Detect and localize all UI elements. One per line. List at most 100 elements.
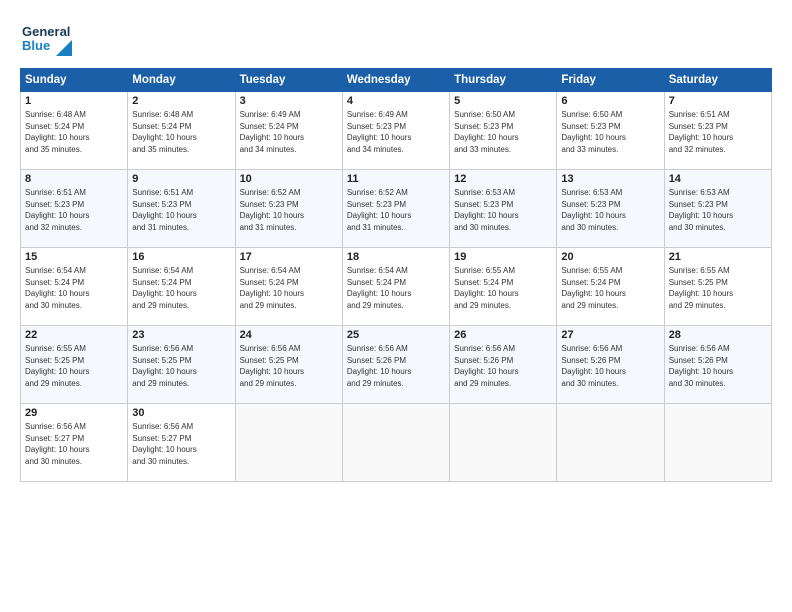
cell-info: Sunrise: 6:51 AM Sunset: 5:23 PM Dayligh… xyxy=(132,187,230,233)
calendar-cell: 23Sunrise: 6:56 AM Sunset: 5:25 PM Dayli… xyxy=(128,326,235,404)
cell-info: Sunrise: 6:52 AM Sunset: 5:23 PM Dayligh… xyxy=(240,187,338,233)
calendar-cell: 5 Sunrise: 6:50 AM Sunset: 5:23 PM Daylig… xyxy=(450,92,557,170)
calendar-cell: 13Sunrise: 6:53 AM Sunset: 5:23 PM Dayli… xyxy=(557,170,664,248)
day-number: 1 xyxy=(25,95,123,107)
cell-info: Sunrise: 6:56 AM Sunset: 5:26 PM Dayligh… xyxy=(561,343,659,389)
calendar-cell: 11 Sunrise: 6:52 AM Sunset: 5:23 PM Dayli… xyxy=(342,170,449,248)
day-number: 18 xyxy=(347,251,445,263)
calendar-cell: 9 Sunrise: 6:51 AM Sunset: 5:23 PM Daylig… xyxy=(128,170,235,248)
calendar-cell: 30Sunrise: 6:56 AM Sunset: 5:27 PM Dayli… xyxy=(128,404,235,482)
day-number: 14 xyxy=(669,173,767,185)
cell-info: Sunrise: 6:56 AM Sunset: 5:25 PM Dayligh… xyxy=(240,343,338,389)
calendar-cell: 25 Sunrise: 6:56 AM Sunset: 5:26 PM Dayli… xyxy=(342,326,449,404)
day-number: 10 xyxy=(240,173,338,185)
day-header-wednesday: Wednesday xyxy=(342,69,449,92)
calendar-cell xyxy=(342,404,449,482)
cell-info: Sunrise: 6:55 AM Sunset: 5:25 PM Dayligh… xyxy=(25,343,123,389)
cell-info: Sunrise: 6:54 AM Sunset: 5:24 PM Dayligh… xyxy=(25,265,123,311)
page: General Blue SundayMondayTuesdayWednesda… xyxy=(0,0,792,612)
calendar-cell: 18 Sunrise: 6:54 AM Sunset: 5:24 PM Dayli… xyxy=(342,248,449,326)
day-number: 28 xyxy=(669,329,767,341)
cell-info: Sunrise: 6:54 AM Sunset: 5:24 PM Dayligh… xyxy=(132,265,230,311)
day-header-friday: Friday xyxy=(557,69,664,92)
svg-text:General: General xyxy=(22,24,70,39)
calendar-cell: 16 Sunrise: 6:54 AM Sunset: 5:24 PM Dayli… xyxy=(128,248,235,326)
cell-info: Sunrise: 6:51 AM Sunset: 5:23 PM Dayligh… xyxy=(669,109,767,155)
calendar-cell: 4 Sunrise: 6:49 AM Sunset: 5:23 PM Daylig… xyxy=(342,92,449,170)
day-number: 29 xyxy=(25,407,123,419)
cell-info: Sunrise: 6:53 AM Sunset: 5:23 PM Dayligh… xyxy=(454,187,552,233)
day-number: 3 xyxy=(240,95,338,107)
cell-info: Sunrise: 6:56 AM Sunset: 5:27 PM Dayligh… xyxy=(25,421,123,467)
week-row-1: 8Sunrise: 6:51 AM Sunset: 5:23 PM Daylig… xyxy=(21,170,772,248)
day-number: 2 xyxy=(132,95,230,107)
day-number: 9 xyxy=(132,173,230,185)
calendar-cell xyxy=(664,404,771,482)
day-number: 30 xyxy=(132,407,230,419)
day-number: 11 xyxy=(347,173,445,185)
day-number: 16 xyxy=(132,251,230,263)
header: General Blue xyxy=(20,18,772,60)
week-row-4: 29 Sunrise: 6:56 AM Sunset: 5:27 PM Dayli… xyxy=(21,404,772,482)
day-header-thursday: Thursday xyxy=(450,69,557,92)
calendar-cell: 7 Sunrise: 6:51 AM Sunset: 5:23 PM Daylig… xyxy=(664,92,771,170)
svg-text:Blue: Blue xyxy=(22,38,50,53)
days-header-row: SundayMondayTuesdayWednesdayThursdayFrid… xyxy=(21,69,772,92)
cell-info: Sunrise: 6:49 AM Sunset: 5:23 PM Dayligh… xyxy=(347,109,445,155)
cell-info: Sunrise: 6:54 AM Sunset: 5:24 PM Dayligh… xyxy=(347,265,445,311)
calendar-cell: 14 Sunrise: 6:53 AM Sunset: 5:23 PM Dayli… xyxy=(664,170,771,248)
day-header-tuesday: Tuesday xyxy=(235,69,342,92)
calendar-cell xyxy=(235,404,342,482)
day-number: 20 xyxy=(561,251,659,263)
cell-info: Sunrise: 6:52 AM Sunset: 5:23 PM Dayligh… xyxy=(347,187,445,233)
day-header-sunday: Sunday xyxy=(21,69,128,92)
day-number: 23 xyxy=(132,329,230,341)
logo-icon: General Blue xyxy=(20,18,72,60)
calendar-cell xyxy=(450,404,557,482)
cell-info: Sunrise: 6:53 AM Sunset: 5:23 PM Dayligh… xyxy=(669,187,767,233)
cell-info: Sunrise: 6:54 AM Sunset: 5:24 PM Dayligh… xyxy=(240,265,338,311)
calendar-cell: 2Sunrise: 6:48 AM Sunset: 5:24 PM Daylig… xyxy=(128,92,235,170)
calendar-cell: 27 Sunrise: 6:56 AM Sunset: 5:26 PM Dayli… xyxy=(557,326,664,404)
calendar-cell: 19Sunrise: 6:55 AM Sunset: 5:24 PM Dayli… xyxy=(450,248,557,326)
day-number: 4 xyxy=(347,95,445,107)
week-row-2: 15 Sunrise: 6:54 AM Sunset: 5:24 PM Dayli… xyxy=(21,248,772,326)
day-number: 17 xyxy=(240,251,338,263)
calendar-cell: 21Sunrise: 6:55 AM Sunset: 5:25 PM Dayli… xyxy=(664,248,771,326)
cell-info: Sunrise: 6:55 AM Sunset: 5:25 PM Dayligh… xyxy=(669,265,767,311)
cell-info: Sunrise: 6:51 AM Sunset: 5:23 PM Dayligh… xyxy=(25,187,123,233)
cell-info: Sunrise: 6:56 AM Sunset: 5:26 PM Dayligh… xyxy=(669,343,767,389)
calendar-cell: 12 Sunrise: 6:53 AM Sunset: 5:23 PM Dayli… xyxy=(450,170,557,248)
cell-info: Sunrise: 6:48 AM Sunset: 5:24 PM Dayligh… xyxy=(25,109,123,155)
cell-info: Sunrise: 6:53 AM Sunset: 5:23 PM Dayligh… xyxy=(561,187,659,233)
day-header-monday: Monday xyxy=(128,69,235,92)
calendar-cell: 22Sunrise: 6:55 AM Sunset: 5:25 PM Dayli… xyxy=(21,326,128,404)
calendar-cell: 1 Sunrise: 6:48 AM Sunset: 5:24 PM Daylig… xyxy=(21,92,128,170)
day-header-saturday: Saturday xyxy=(664,69,771,92)
cell-info: Sunrise: 6:50 AM Sunset: 5:23 PM Dayligh… xyxy=(561,109,659,155)
calendar-cell: 24 Sunrise: 6:56 AM Sunset: 5:25 PM Dayli… xyxy=(235,326,342,404)
calendar-cell: 20 Sunrise: 6:55 AM Sunset: 5:24 PM Dayli… xyxy=(557,248,664,326)
day-number: 15 xyxy=(25,251,123,263)
cell-info: Sunrise: 6:56 AM Sunset: 5:26 PM Dayligh… xyxy=(347,343,445,389)
day-number: 7 xyxy=(669,95,767,107)
logo: General Blue xyxy=(20,18,72,60)
day-number: 24 xyxy=(240,329,338,341)
cell-info: Sunrise: 6:49 AM Sunset: 5:24 PM Dayligh… xyxy=(240,109,338,155)
cell-info: Sunrise: 6:56 AM Sunset: 5:26 PM Dayligh… xyxy=(454,343,552,389)
week-row-3: 22Sunrise: 6:55 AM Sunset: 5:25 PM Dayli… xyxy=(21,326,772,404)
cell-info: Sunrise: 6:50 AM Sunset: 5:23 PM Dayligh… xyxy=(454,109,552,155)
day-number: 27 xyxy=(561,329,659,341)
day-number: 6 xyxy=(561,95,659,107)
week-row-0: 1 Sunrise: 6:48 AM Sunset: 5:24 PM Daylig… xyxy=(21,92,772,170)
calendar-cell: 29 Sunrise: 6:56 AM Sunset: 5:27 PM Dayli… xyxy=(21,404,128,482)
calendar-cell: 3 Sunrise: 6:49 AM Sunset: 5:24 PM Daylig… xyxy=(235,92,342,170)
day-number: 5 xyxy=(454,95,552,107)
day-number: 25 xyxy=(347,329,445,341)
cell-info: Sunrise: 6:55 AM Sunset: 5:24 PM Dayligh… xyxy=(454,265,552,311)
day-number: 26 xyxy=(454,329,552,341)
calendar-cell: 6 Sunrise: 6:50 AM Sunset: 5:23 PM Daylig… xyxy=(557,92,664,170)
day-number: 12 xyxy=(454,173,552,185)
cell-info: Sunrise: 6:55 AM Sunset: 5:24 PM Dayligh… xyxy=(561,265,659,311)
calendar-cell: 17 Sunrise: 6:54 AM Sunset: 5:24 PM Dayli… xyxy=(235,248,342,326)
